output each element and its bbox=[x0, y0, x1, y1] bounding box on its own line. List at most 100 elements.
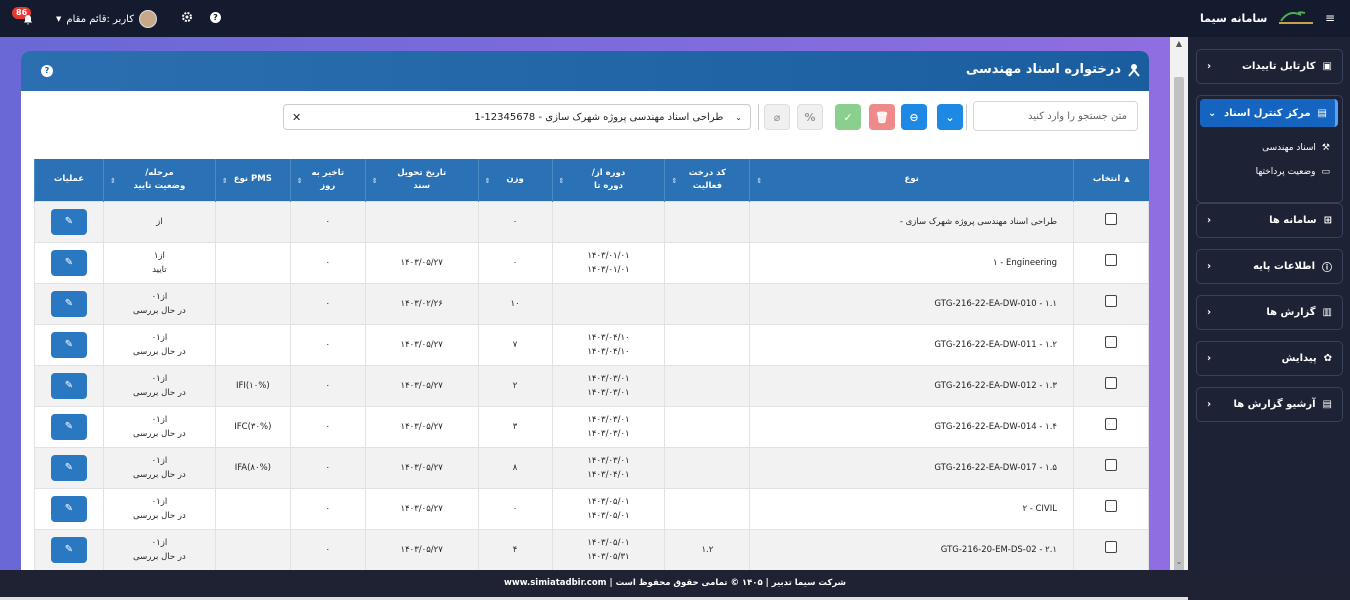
edit-icon: ✎ bbox=[64, 256, 74, 268]
row-checkbox[interactable] bbox=[1104, 541, 1117, 553]
select-cell bbox=[1072, 405, 1149, 448]
edit-button[interactable]: ✎ bbox=[50, 331, 87, 358]
table-row[interactable]: ✎ ۰از۱ در حال بررسی IFI(۱۰%) ۰ ۱۴۰۳/۰۵/۲۷ ۲ ۱۴… bbox=[34, 364, 1149, 407]
table-row[interactable]: ✎ از۱ تایید ۰ ۱۴۰۳/۰۵/۲۷ ۰ ۱۴۰۳/۰۱/۰۱ ۱۴۰۳/۰۱… bbox=[34, 241, 1149, 284]
col-pms[interactable]: ⇕ نوع PMS bbox=[214, 159, 291, 201]
help-icon[interactable]: ? bbox=[41, 65, 53, 77]
sidebar-item-base-info[interactable]: › اطلاعات پایه ⓘ bbox=[1196, 249, 1343, 284]
edit-button[interactable]: ✎ bbox=[50, 372, 87, 399]
card-header: ? درختواره اسناد مهندسی bbox=[21, 51, 1149, 91]
trash-icon: 🗑 bbox=[875, 110, 889, 124]
activity-code-cell bbox=[664, 282, 751, 325]
edit-button[interactable]: ✎ bbox=[50, 495, 87, 522]
scroll-thumb[interactable] bbox=[1174, 77, 1184, 572]
expand-all-button[interactable]: ⌄ bbox=[937, 104, 963, 130]
edit-button[interactable]: ✎ bbox=[50, 536, 87, 563]
table-row[interactable]: ✎ ۰از۱ در حال بررسی IFA(۸۰%) ۰ ۱۴۰۳/۰۵/۲۷ ۸ ۱۴… bbox=[34, 446, 1149, 489]
table-row[interactable]: ✎ از ۰ ۰ - طراحی اسناد مهندسی پروژه شهرک ساز… bbox=[34, 200, 1149, 243]
scroll-up-icon[interactable]: ▲ bbox=[1170, 37, 1188, 51]
approve-button[interactable]: ✓ bbox=[835, 104, 861, 130]
pms-cell bbox=[214, 241, 291, 284]
row-checkbox[interactable] bbox=[1104, 418, 1117, 430]
search-input[interactable]: متن جستجو را وارد کنید bbox=[973, 101, 1138, 131]
clear-icon[interactable]: ✕ bbox=[292, 111, 301, 124]
row-checkbox[interactable] bbox=[1104, 254, 1117, 266]
delay-cell: ۰ bbox=[289, 282, 366, 325]
delete-button[interactable]: 🗑 bbox=[869, 104, 895, 130]
sidebar-item-peydayesh[interactable]: › پیدایش ✿ bbox=[1196, 341, 1343, 376]
edit-button[interactable]: ✎ bbox=[50, 249, 87, 276]
edit-icon: ✎ bbox=[64, 543, 74, 555]
percent-icon: % bbox=[804, 110, 816, 124]
chevron-down-icon: ▼ bbox=[56, 15, 62, 23]
delivery-date-cell: ۱۴۰۳/۰۲/۲۶ bbox=[364, 282, 479, 325]
col-period[interactable]: ⇕ دوره از/ دوره تا bbox=[551, 159, 665, 201]
edit-button[interactable]: ✎ bbox=[50, 208, 87, 235]
operations-cell: ✎ bbox=[34, 528, 104, 571]
type-cell: GTG-216-22-EA-DW-011 - ۱.۲ bbox=[749, 323, 1074, 366]
delay-cell: ۰ bbox=[289, 487, 366, 530]
sidebar-subitem-payments[interactable]: وضعیت پرداختها ▭ bbox=[1256, 167, 1330, 177]
col-type[interactable]: ⇕ نوع bbox=[749, 159, 1074, 201]
delivery-date-cell: ۱۴۰۳/۰۵/۲۷ bbox=[364, 364, 479, 407]
chevron-right-icon: › bbox=[1207, 399, 1212, 410]
project-select[interactable]: ✕ 1-12345678 - طراحی اسناد مهندسی پروژه … bbox=[283, 104, 751, 130]
edit-icon: ✎ bbox=[64, 215, 74, 227]
row-checkbox[interactable] bbox=[1104, 295, 1117, 307]
sidebar-subitem-engineering-docs[interactable]: اسناد مهندسی ⚒ bbox=[1262, 143, 1330, 153]
type-cell: - طراحی اسناد مهندسی پروژه شهرک سازی bbox=[749, 200, 1074, 243]
edit-button[interactable]: ✎ bbox=[50, 290, 87, 317]
status-cell: ۰از۱ در حال بررسی bbox=[102, 528, 216, 571]
col-delay[interactable]: ⇕ تاخیر به روز bbox=[289, 159, 366, 201]
edit-button[interactable]: ✎ bbox=[50, 454, 87, 481]
menu-toggle-button[interactable]: ≡ bbox=[1325, 11, 1335, 25]
user-menu[interactable]: ▼ کاربر :قائم مقام bbox=[56, 10, 157, 28]
row-checkbox[interactable] bbox=[1104, 213, 1117, 225]
col-delivery-date[interactable]: ⇕ تاریخ تحویل سند bbox=[364, 159, 479, 201]
activity-code-cell: ۱.۲ bbox=[664, 528, 751, 571]
table-row[interactable]: ✎ ۰از۱ در حال بررسی IFC(۳۰%) ۰ ۱۴۰۳/۰۵/۲۷ ۳ ۱۴… bbox=[34, 405, 1149, 448]
percent-button[interactable]: % bbox=[797, 104, 823, 130]
type-cell: GTG-216-22-EA-DW-017 - ۱.۵ bbox=[749, 446, 1074, 489]
row-checkbox[interactable] bbox=[1104, 377, 1117, 389]
table-row[interactable]: ✎ ۰از۱ در حال بررسی ۰ ۱۴۰۳/۰۵/۲۷ ۴ ۱۴۰۳/۰۵/۰۱… bbox=[34, 528, 1149, 571]
delivery-date-cell: ۱۴۰۳/۰۵/۲۷ bbox=[364, 405, 479, 448]
col-weight[interactable]: ⇕ وزن bbox=[477, 159, 553, 201]
table-row[interactable]: ✎ ۰از۱ در حال بررسی ۰ ۱۴۰۳/۰۵/۲۷ ۰ ۱۴۰۳/۰۵/۰۱… bbox=[34, 487, 1149, 530]
chevron-right-icon: › bbox=[1207, 61, 1212, 72]
collapse-button[interactable]: ⊖ bbox=[901, 104, 927, 130]
status-cell: ۰از۱ در حال بررسی bbox=[102, 487, 216, 530]
attach-button[interactable]: ⌀ bbox=[764, 104, 790, 130]
row-checkbox[interactable] bbox=[1104, 500, 1117, 512]
help-button[interactable]: ? bbox=[210, 12, 221, 23]
table-row[interactable]: ✎ ۰از۱ در حال بررسی ۰ ۱۴۰۳/۰۵/۲۷ ۷ ۱۴۰۳/۰۴/۱۰… bbox=[34, 323, 1149, 366]
col-operations[interactable]: عملیات bbox=[34, 159, 104, 201]
pms-cell bbox=[214, 487, 291, 530]
top-navbar: 86 ▼ کاربر :قائم مقام ? سامانه سیما ≡ bbox=[0, 0, 1350, 37]
delivery-date-cell: ۱۴۰۳/۰۵/۲۷ bbox=[364, 446, 479, 489]
delay-cell: ۰ bbox=[289, 528, 366, 571]
operations-cell: ✎ bbox=[34, 364, 104, 407]
operations-cell: ✎ bbox=[34, 241, 104, 284]
sidebar-item-systems[interactable]: › سامانه ها ⊞ bbox=[1196, 203, 1343, 238]
row-checkbox[interactable] bbox=[1104, 459, 1117, 471]
col-activity-code[interactable]: ⇕ کد درخت فعالیت bbox=[664, 159, 750, 201]
edit-button[interactable]: ✎ bbox=[50, 413, 87, 440]
sidebar-item-doc-control[interactable]: ⌄ مرکز کنترل اسناد ▤ bbox=[1200, 99, 1338, 127]
row-checkbox[interactable] bbox=[1104, 336, 1117, 348]
sidebar-item-reports[interactable]: › گزارش ها ▥ bbox=[1196, 295, 1343, 330]
activity-code-cell bbox=[664, 323, 751, 366]
delay-cell: ۰ bbox=[289, 405, 366, 448]
weight-cell: ۲ bbox=[477, 364, 553, 407]
weight-cell: ۷ bbox=[477, 323, 553, 366]
sidebar-item-report-archive[interactable]: › آرشیو گزارش ها ▤ bbox=[1196, 387, 1343, 422]
operations-cell: ✎ bbox=[34, 405, 104, 448]
user-label: کاربر :قائم مقام bbox=[66, 13, 134, 25]
col-select[interactable]: انتخاب ▲ bbox=[1072, 159, 1149, 201]
vertical-scrollbar[interactable]: ▲ ⌄ bbox=[1170, 37, 1188, 572]
scroll-down-icon[interactable]: ⌄ bbox=[1170, 555, 1188, 569]
sidebar-item-approvals[interactable]: › کارتابل تاییدات ▣ bbox=[1196, 49, 1343, 84]
settings-button[interactable] bbox=[181, 11, 193, 23]
col-status[interactable]: ⇕ مرحله/ وضعیت تایید bbox=[102, 159, 216, 201]
table-row[interactable]: ✎ ۰از۱ در حال بررسی ۰ ۱۴۰۳/۰۲/۲۶ ۱۰ GTG-216-2… bbox=[34, 282, 1149, 325]
